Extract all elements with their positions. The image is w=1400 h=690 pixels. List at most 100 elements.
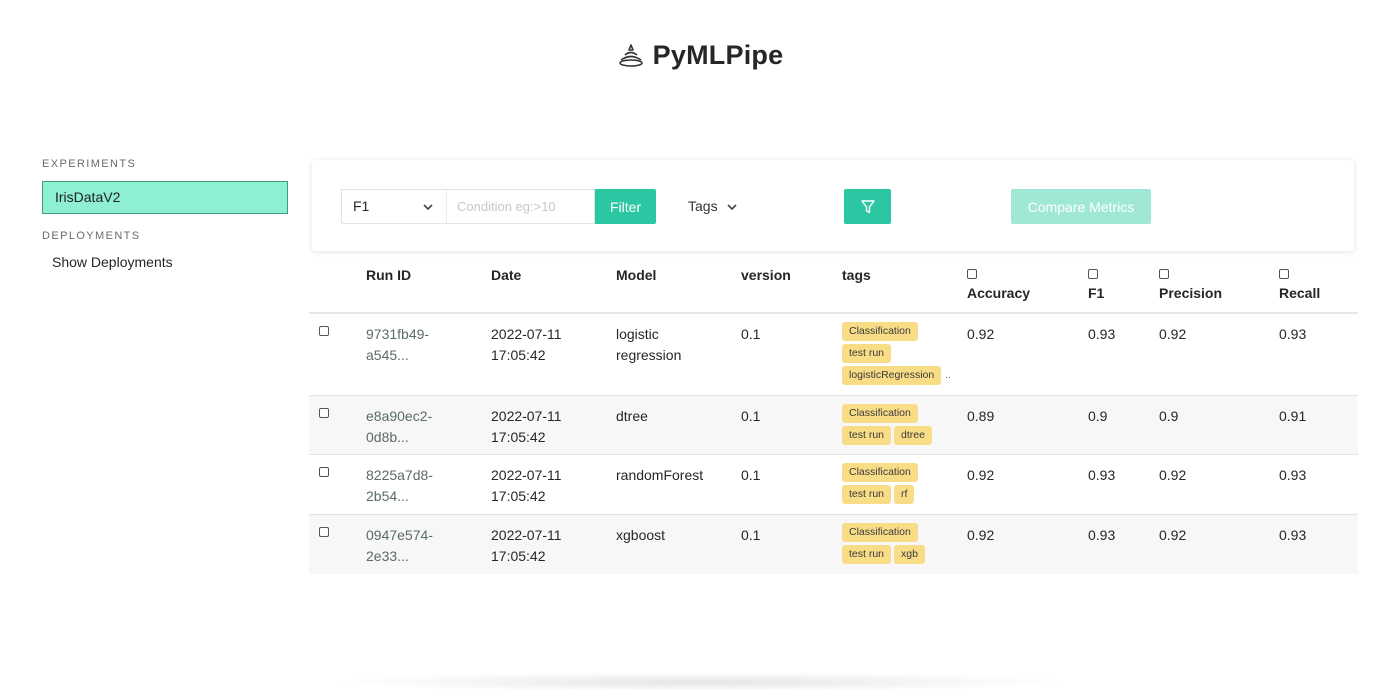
run-id-part: 2b54... [366, 487, 409, 504]
f1-cell: 0.93 [1088, 326, 1116, 342]
run-id-cell[interactable]: 9731fb49- a545... [366, 313, 491, 395]
bottom-shadow-decoration [330, 672, 1070, 690]
row-select-cell [309, 313, 366, 395]
tag-badge[interactable]: dtree [894, 425, 932, 445]
table-header-row: Run ID Date Model version tags Accuracy … [309, 253, 1358, 314]
tags-cell: Classification test run logisticRegressi… [842, 313, 967, 395]
table-row: 0947e574- 2e33... 2022-07-11 17:05:42 xg… [309, 514, 1358, 574]
filter-toolbar: F1 Filter Tags Compare Metrics [312, 160, 1354, 251]
run-id-part: e8a90ec2- [366, 407, 433, 424]
tags-dropdown[interactable]: Tags [688, 189, 738, 224]
compare-metrics-button[interactable]: Compare Metrics [1011, 189, 1151, 224]
date-value: 2022-07-11 [491, 407, 562, 424]
run-id-part: 0947e574- [366, 526, 433, 543]
tag-badge[interactable]: Classification [842, 403, 918, 423]
accuracy-column-checkbox[interactable] [967, 269, 977, 279]
row-checkbox[interactable] [319, 326, 329, 336]
row-select-cell [309, 395, 366, 454]
tags-cell: Classification test run rf [842, 454, 967, 514]
precision-column-checkbox[interactable] [1159, 269, 1169, 279]
tags-cell: Classification test run xgb [842, 514, 967, 574]
chevron-down-icon [727, 203, 737, 210]
date-cell: 2022-07-11 17:05:42 [491, 313, 616, 395]
accuracy-cell: 0.92 [967, 526, 995, 543]
date-cell: 2022-07-11 17:05:42 [491, 514, 616, 574]
row-select-cell [309, 454, 366, 514]
run-id-cell[interactable]: 0947e574- 2e33... [366, 514, 491, 574]
version-cell: 0.1 [741, 526, 761, 543]
tag-badge[interactable]: xgb [894, 544, 925, 564]
tag-badge[interactable]: Classification [842, 462, 918, 482]
condition-input[interactable] [446, 189, 595, 224]
run-id-cell[interactable]: e8a90ec2- 0d8b... [366, 395, 491, 454]
logo: PyMLPipe [617, 40, 784, 71]
metric-select[interactable]: F1 [341, 189, 446, 224]
tag-badge[interactable]: Classification [842, 322, 918, 341]
app-header: PyMLPipe [0, 40, 1400, 71]
model-value: xgboost [616, 526, 666, 543]
tag-badge[interactable]: rf [894, 484, 915, 504]
row-checkbox[interactable] [319, 526, 329, 537]
version-cell: 0.1 [741, 326, 761, 342]
model-cell: randomForest [616, 454, 741, 514]
table-row: 8225a7d8- 2b54... 2022-07-11 17:05:42 ra… [309, 454, 1358, 514]
version-cell: 0.1 [741, 466, 761, 483]
model-value: regression [616, 347, 682, 363]
overflow-ellipsis: .. [945, 370, 951, 381]
model-value: logistic [616, 326, 659, 342]
recall-cell: 0.93 [1279, 466, 1307, 483]
date-value: 2022-07-11 [491, 466, 562, 483]
run-id-part: a545... [366, 347, 409, 363]
recall-header-label: Recall [1279, 285, 1321, 301]
precision-header-label: Precision [1159, 285, 1223, 301]
precision-cell: 0.92 [1159, 466, 1187, 483]
deployments-section-label: DEPLOYMENTS [42, 230, 141, 242]
precision-cell: 0.9 [1159, 407, 1179, 424]
column-header-date: Date [491, 253, 616, 314]
sidebar: EXPERIMENTS IrisDataV2 DEPLOYMENTS Show … [42, 158, 288, 270]
tag-badge[interactable]: test run [842, 544, 892, 564]
date-cell: 2022-07-11 17:05:42 [491, 395, 616, 454]
column-header-model: Model [616, 253, 741, 314]
runs-table: Run ID Date Model version tags Accuracy … [309, 253, 1358, 574]
f1-column-checkbox[interactable] [1088, 269, 1098, 279]
date-cell: 2022-07-11 17:05:42 [491, 454, 616, 514]
f1-header-label: F1 [1088, 285, 1105, 301]
row-checkbox[interactable] [319, 407, 329, 418]
time-value: 17:05:42 [491, 428, 546, 445]
run-id-part: 8225a7d8- [366, 466, 433, 483]
column-header-version: version [741, 253, 842, 314]
model-cell: xgboost [616, 514, 741, 574]
experiments-section-label: EXPERIMENTS [42, 158, 137, 170]
tags-cell: Classification test run dtree [842, 395, 967, 454]
sidebar-item-irisdatav2[interactable]: IrisDataV2 [42, 181, 288, 214]
apply-filter-button[interactable] [844, 189, 891, 224]
recall-cell: 0.93 [1279, 326, 1307, 342]
run-id-part: 0d8b... [366, 428, 409, 445]
recall-column-checkbox[interactable] [1279, 269, 1289, 279]
time-value: 17:05:42 [491, 347, 546, 363]
time-value: 17:05:42 [491, 487, 546, 504]
column-header-tags: tags [842, 253, 967, 314]
tags-dropdown-label: Tags [688, 198, 718, 214]
tag-badge[interactable]: logisticRegression [842, 366, 942, 385]
show-deployments-link[interactable]: Show Deployments [42, 254, 288, 270]
filter-button[interactable]: Filter [595, 189, 656, 224]
time-value: 17:05:42 [491, 547, 546, 564]
tag-badge[interactable]: test run [842, 484, 892, 504]
f1-cell: 0.93 [1088, 526, 1116, 543]
accuracy-cell: 0.92 [967, 466, 995, 483]
row-select-cell [309, 514, 366, 574]
table-row: 9731fb49- a545... 2022-07-11 17:05:42 lo… [309, 313, 1358, 395]
recall-cell: 0.93 [1279, 526, 1307, 543]
column-header-precision: Precision [1159, 253, 1279, 314]
date-value: 2022-07-11 [491, 326, 562, 342]
tag-badge[interactable]: test run [842, 344, 892, 363]
tag-badge[interactable]: Classification [842, 522, 918, 542]
tag-badge[interactable]: test run [842, 425, 892, 445]
row-checkbox[interactable] [319, 466, 329, 477]
column-header-recall: Recall [1279, 253, 1358, 314]
app-title: PyMLPipe [652, 40, 784, 70]
run-id-cell[interactable]: 8225a7d8- 2b54... [366, 454, 491, 514]
column-header-run-id: Run ID [366, 253, 491, 314]
